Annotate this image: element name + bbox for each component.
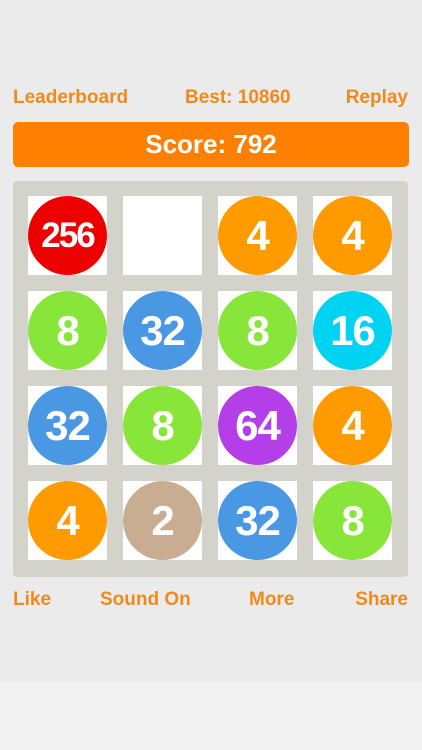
- tile: 64: [218, 386, 297, 465]
- tile: 8: [28, 291, 107, 370]
- replay-button[interactable]: Replay: [346, 84, 408, 112]
- board-cell: 64: [218, 386, 297, 465]
- tile: 2: [123, 481, 202, 560]
- share-button[interactable]: Share: [355, 586, 408, 614]
- board-cell: 32: [123, 291, 202, 370]
- board-cell: 16: [313, 291, 392, 370]
- ad-banner-area: [0, 682, 422, 750]
- tile: 8: [218, 291, 297, 370]
- board-cell: 32: [28, 386, 107, 465]
- tile: 32: [28, 386, 107, 465]
- board-cell: 2: [123, 481, 202, 560]
- score-display: Score: 792: [13, 122, 409, 167]
- tile: 16: [313, 291, 392, 370]
- more-button[interactable]: More: [249, 586, 294, 614]
- board-cell: 8: [123, 386, 202, 465]
- tile: 32: [218, 481, 297, 560]
- board-cell: 8: [218, 291, 297, 370]
- leaderboard-link[interactable]: Leaderboard: [13, 84, 128, 112]
- board-cell: 32: [218, 481, 297, 560]
- game-board[interactable]: 256 4 4 8 32 8 16 32 8 64 4 4 2 32 8: [13, 181, 408, 577]
- like-button[interactable]: Like: [13, 586, 51, 614]
- bottom-links-bar: Like Sound On More Share: [0, 586, 422, 614]
- board-cell: 4: [218, 196, 297, 275]
- tile: 8: [123, 386, 202, 465]
- board-cell: 4: [313, 196, 392, 275]
- empty-tile: [123, 196, 202, 275]
- board-cell: [123, 196, 202, 275]
- tile: 4: [313, 196, 392, 275]
- tile: 4: [218, 196, 297, 275]
- board-cell: 4: [28, 481, 107, 560]
- sound-toggle[interactable]: Sound On: [100, 586, 191, 614]
- board-cell: 8: [313, 481, 392, 560]
- tile: 4: [313, 386, 392, 465]
- tile: 4: [28, 481, 107, 560]
- tile: 32: [123, 291, 202, 370]
- board-cell: 8: [28, 291, 107, 370]
- tile: 256: [28, 196, 107, 275]
- tile: 8: [313, 481, 392, 560]
- best-score: Best: 10860: [185, 87, 291, 108]
- board-cell: 4: [313, 386, 392, 465]
- board-cell: 256: [28, 196, 107, 275]
- top-links-bar: Leaderboard Best: 10860 Replay: [0, 84, 422, 112]
